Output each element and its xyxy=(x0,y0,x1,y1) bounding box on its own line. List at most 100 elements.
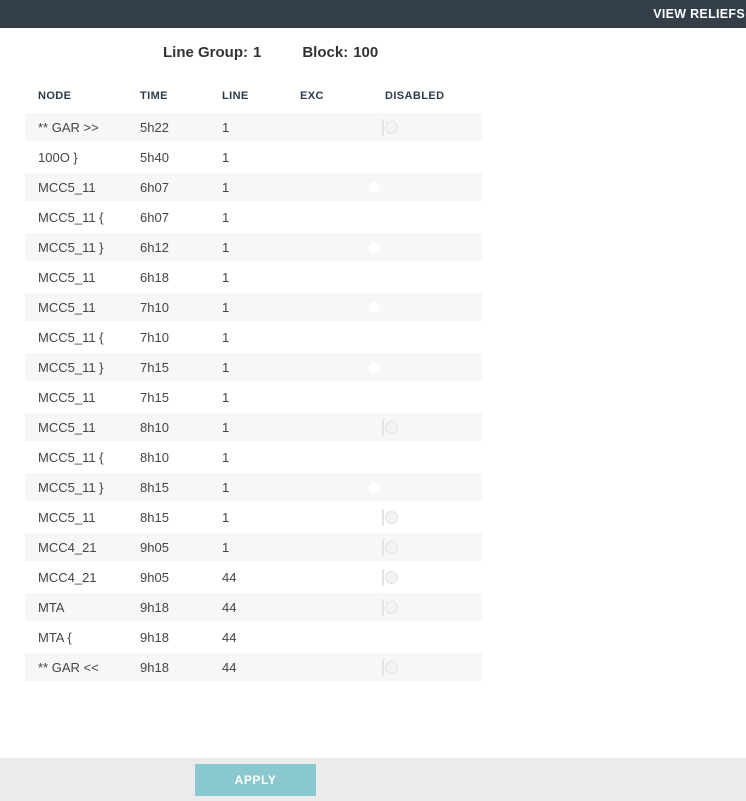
table-row: 100O } 5h40 1 xyxy=(25,143,482,171)
table-row: MCC5_11 } 8h15 1 xyxy=(25,473,482,501)
node-cell: MCC5_11 { xyxy=(38,209,104,225)
time-cell: 8h15 xyxy=(140,509,169,525)
time-cell: 5h40 xyxy=(140,149,169,165)
line-cell: 1 xyxy=(222,419,230,435)
line-cell: 1 xyxy=(222,269,230,285)
time-cell: 7h15 xyxy=(140,389,169,405)
line-cell: 44 xyxy=(222,629,237,645)
table-header-row: NODE TIME LINE EXC DISABLED xyxy=(25,90,482,113)
node-cell: MCC5_11 xyxy=(38,269,96,285)
table-row: ** GAR << 9h18 44 xyxy=(25,653,482,681)
table-row: MCC5_11 7h15 1 xyxy=(25,383,482,411)
line-cell: 1 xyxy=(222,359,230,375)
time-cell: 7h15 xyxy=(140,359,169,375)
time-cell: 6h07 xyxy=(140,209,169,225)
subheader: Line Group: 1 Block: 100 xyxy=(163,44,746,61)
line-group-label: Line Group: xyxy=(163,44,248,61)
node-cell: MCC5_11 xyxy=(38,509,96,525)
table-row: MCC5_11 7h10 1 xyxy=(25,293,482,321)
column-header-line: LINE xyxy=(222,90,249,102)
disabled-toggle[interactable] xyxy=(382,598,384,616)
time-cell: 9h18 xyxy=(140,599,169,615)
block-label: Block: xyxy=(302,44,349,61)
table-row: MCC5_11 } 7h15 1 xyxy=(25,353,482,381)
time-cell: 9h18 xyxy=(140,659,169,675)
time-cell: 6h18 xyxy=(140,269,169,285)
line-cell: 1 xyxy=(222,509,230,525)
table-row: MCC5_11 8h15 1 xyxy=(25,503,482,531)
time-cell: 6h12 xyxy=(140,239,169,255)
time-cell: 7h10 xyxy=(140,329,169,345)
time-cell: 8h10 xyxy=(140,449,169,465)
table-body: ** GAR >> 5h22 1 100O } 5h40 1 MCC5_11 6… xyxy=(25,113,482,681)
node-cell: MCC5_11 } xyxy=(38,479,104,495)
table-row: MTA 9h18 44 xyxy=(25,593,482,621)
node-cell: MTA { xyxy=(38,629,72,645)
table-row: MCC5_11 8h10 1 xyxy=(25,413,482,441)
line-cell: 1 xyxy=(222,329,230,345)
time-cell: 9h05 xyxy=(140,569,169,585)
line-cell: 1 xyxy=(222,209,230,225)
block-field: Block: 100 xyxy=(302,44,378,61)
view-reliefs-button[interactable]: VIEW RELIEFS xyxy=(653,7,745,21)
node-cell: MCC4_21 xyxy=(38,569,97,585)
line-cell: 44 xyxy=(222,599,237,615)
line-cell: 44 xyxy=(222,659,237,675)
table-row: MCC4_21 9h05 1 xyxy=(25,533,482,561)
node-cell: 100O } xyxy=(38,149,78,165)
disabled-toggle[interactable] xyxy=(382,508,384,526)
time-cell: 8h15 xyxy=(140,479,169,495)
node-cell: MCC4_21 xyxy=(38,539,97,555)
time-cell: 6h07 xyxy=(140,179,169,195)
node-cell: MCC5_11 } xyxy=(38,239,104,255)
disabled-toggle[interactable] xyxy=(382,118,384,136)
node-cell: MCC5_11 { xyxy=(38,449,104,465)
node-cell: MCC5_11 xyxy=(38,419,96,435)
apply-button[interactable]: APPLY xyxy=(195,764,316,796)
node-cell: ** GAR << xyxy=(38,659,99,675)
disabled-toggle[interactable] xyxy=(382,568,384,586)
table-row: MCC5_11 { 6h07 1 xyxy=(25,203,482,231)
node-cell: ** GAR >> xyxy=(38,119,99,135)
node-cell: MCC5_11 } xyxy=(38,359,104,375)
column-header-time: TIME xyxy=(140,90,168,102)
line-cell: 1 xyxy=(222,179,230,195)
time-cell: 7h10 xyxy=(140,299,169,315)
table-row: MCC5_11 6h07 1 xyxy=(25,173,482,201)
line-cell: 1 xyxy=(222,539,230,555)
line-cell: 1 xyxy=(222,239,230,255)
table-row: MTA { 9h18 44 xyxy=(25,623,482,651)
time-cell: 8h10 xyxy=(140,419,169,435)
column-header-node: NODE xyxy=(38,90,72,102)
time-cell: 9h18 xyxy=(140,629,169,645)
line-cell: 44 xyxy=(222,569,237,585)
block-value: 100 xyxy=(353,44,379,61)
page: VIEW RELIEFS Line Group: 1 Block: 100 NO… xyxy=(0,0,746,801)
line-cell: 1 xyxy=(222,389,230,405)
table-row: MCC5_11 { 8h10 1 xyxy=(25,443,482,471)
schedule-table: NODE TIME LINE EXC DISABLED ** GAR >> 5h… xyxy=(25,90,482,681)
table-row: MCC4_21 9h05 44 xyxy=(25,563,482,591)
time-cell: 5h22 xyxy=(140,119,169,135)
line-cell: 1 xyxy=(222,149,230,165)
disabled-toggle[interactable] xyxy=(382,538,384,556)
node-cell: MCC5_11 xyxy=(38,179,96,195)
node-cell: MCC5_11 xyxy=(38,389,96,405)
line-cell: 1 xyxy=(222,479,230,495)
line-cell: 1 xyxy=(222,119,230,135)
time-cell: 9h05 xyxy=(140,539,169,555)
table-row: MCC5_11 } 6h12 1 xyxy=(25,233,482,261)
line-group-field: Line Group: 1 xyxy=(163,44,261,61)
table-row: ** GAR >> 5h22 1 xyxy=(25,113,482,141)
table-row: MCC5_11 { 7h10 1 xyxy=(25,323,482,351)
footer-bar: APPLY xyxy=(0,758,746,801)
top-bar: VIEW RELIEFS xyxy=(0,0,746,28)
disabled-toggle[interactable] xyxy=(382,658,384,676)
column-header-disabled: DISABLED xyxy=(385,90,445,102)
line-group-value: 1 xyxy=(253,44,262,61)
line-cell: 1 xyxy=(222,299,230,315)
node-cell: MTA xyxy=(38,599,65,615)
table-row: MCC5_11 6h18 1 xyxy=(25,263,482,291)
disabled-toggle[interactable] xyxy=(382,418,384,436)
column-header-exc: EXC xyxy=(300,90,324,102)
